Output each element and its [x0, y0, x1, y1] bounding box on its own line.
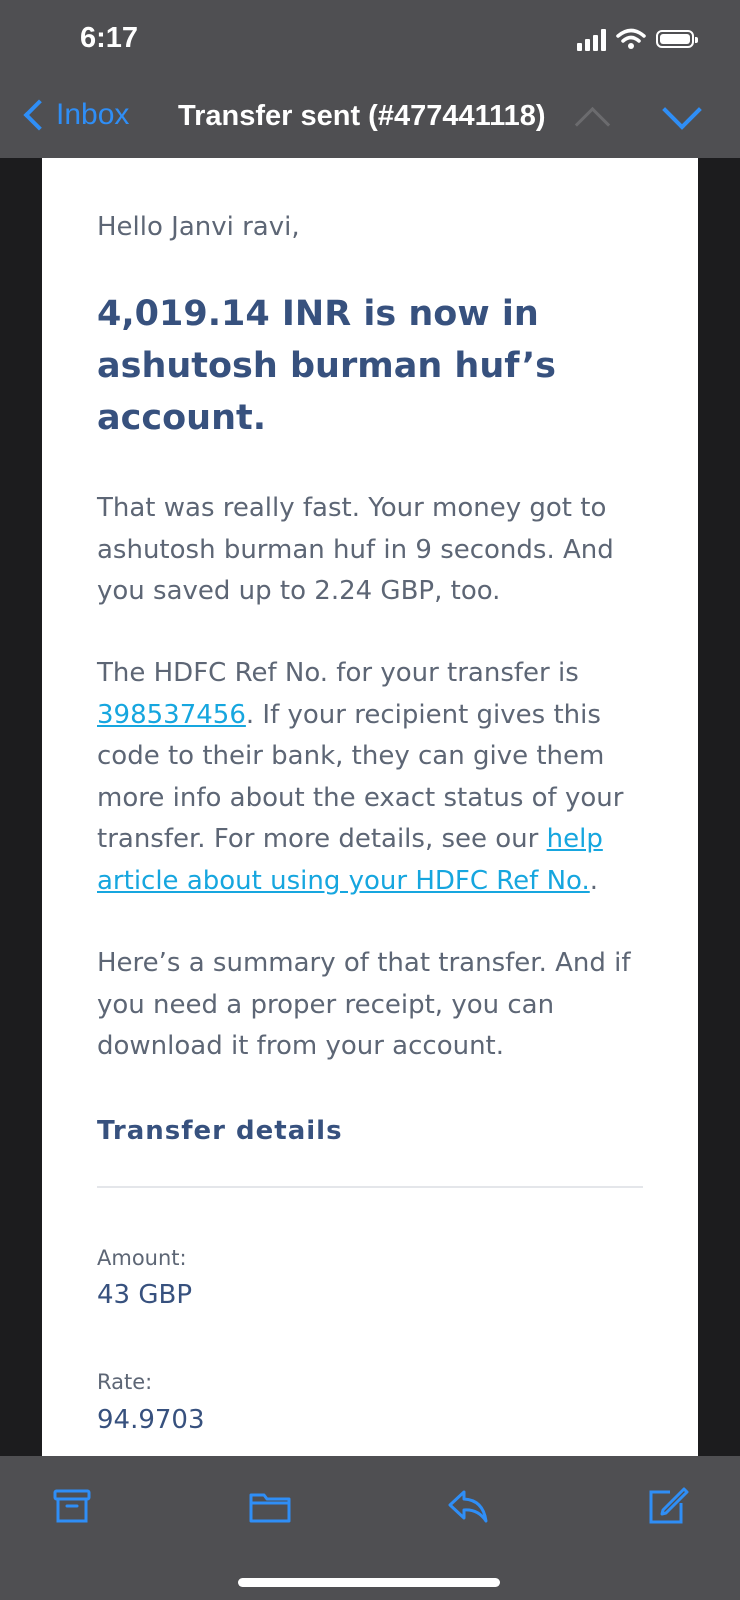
status-time: 6:17: [80, 22, 139, 54]
paragraph-speed: That was really fast. Your money got to …: [97, 493, 614, 606]
signal-icon: [577, 27, 606, 51]
folder-icon[interactable]: [248, 1486, 292, 1526]
bottom-toolbar: [0, 1456, 740, 1600]
paragraph-summary: Here’s a summary of that transfer. And i…: [97, 948, 631, 1061]
amount-value: 43 GBP: [97, 1280, 193, 1310]
divider: [97, 1186, 643, 1188]
compose-icon[interactable]: [646, 1486, 690, 1526]
next-message-chevron-down-icon[interactable]: [662, 90, 702, 130]
home-indicator[interactable]: [238, 1578, 500, 1587]
ref-number-link[interactable]: 398537456: [97, 700, 246, 730]
greeting: Hello Janvi ravi,: [97, 212, 300, 242]
transfer-details-title: Transfer details: [97, 1116, 343, 1146]
header-bar: 6:17 Inbox Transfer sent (#477441118): [0, 0, 740, 158]
rate-value: 94.9703: [97, 1405, 205, 1435]
headline: 4,019.14 INR is now in ashutosh burman h…: [97, 294, 557, 438]
ref-end-text: .: [589, 865, 599, 896]
paragraph-ref: The HDFC Ref No. for your transfer is 39…: [97, 653, 657, 902]
reply-icon[interactable]: [446, 1486, 490, 1526]
archive-icon[interactable]: [50, 1486, 94, 1526]
chevron-left-icon: [23, 99, 55, 131]
previous-message-chevron-up-icon[interactable]: [574, 106, 611, 143]
status-icons: [577, 27, 698, 51]
amount-label: Amount:: [97, 1246, 187, 1270]
back-to-inbox-button[interactable]: Inbox: [20, 98, 129, 132]
rate-label: Rate:: [97, 1370, 153, 1394]
email-subject-title: Transfer sent (#477441118): [178, 100, 546, 132]
battery-icon: [656, 30, 698, 48]
ref-intro-text: The HDFC Ref No. for your transfer is: [97, 658, 579, 688]
back-label: Inbox: [56, 98, 130, 131]
email-body: Hello Janvi ravi, 4,019.14 INR is now in…: [42, 158, 698, 1456]
wifi-icon: [616, 28, 646, 49]
